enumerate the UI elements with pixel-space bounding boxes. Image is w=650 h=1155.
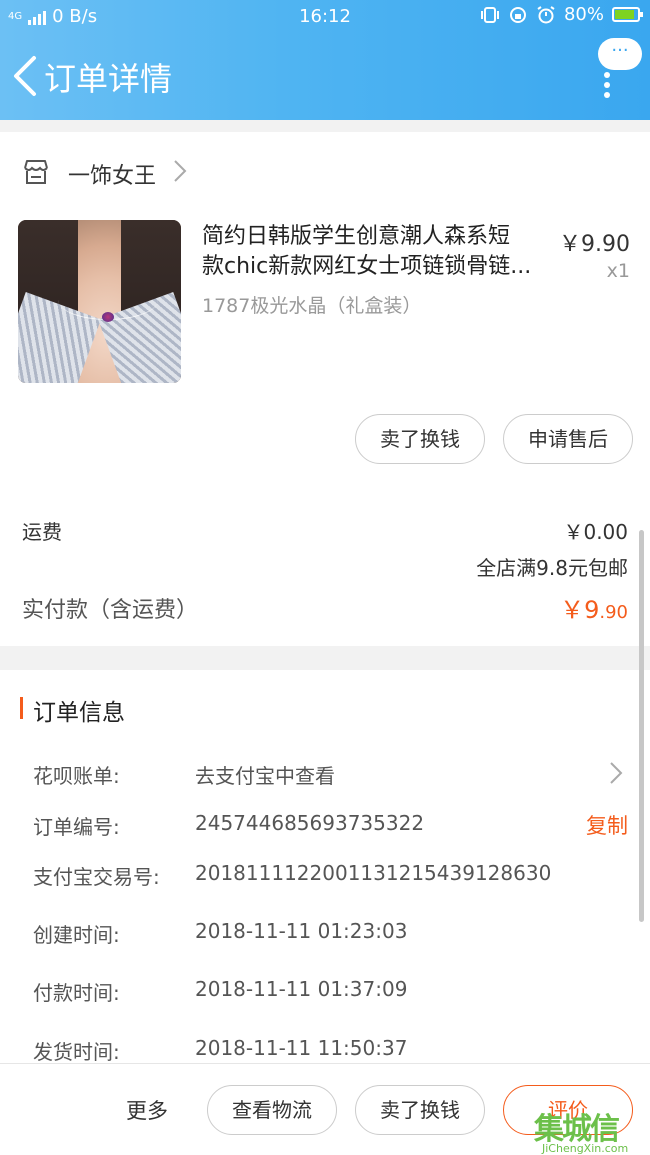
created-time-label: 创建时间: [33, 923, 120, 947]
alarm-icon [537, 5, 555, 23]
status-right: 80% [480, 4, 643, 25]
after-sales-button[interactable]: 申请售后 [503, 414, 633, 464]
more-menu-icon[interactable] [602, 72, 612, 98]
shipping-label: 运费 [22, 520, 62, 544]
product-title-line2: 款chic新款网红女士项链锁骨链... [202, 254, 532, 279]
huabei-bill-label: 花呗账单: [33, 764, 120, 788]
nav-bar: 订单详情 [0, 40, 650, 112]
shipping-note: 全店满9.8元包邮 [476, 556, 628, 580]
shipped-time-label: 发货时间: [33, 1040, 120, 1064]
header: 4G 0 B/s 16:12 80% 订单详情 ··· [0, 0, 650, 120]
shipped-time-value: 2018-11-11 11:50:37 [195, 1036, 408, 1060]
shop-name: 一饰女王 [68, 164, 157, 189]
watermark: 集城信 JiChengXin.com [534, 1100, 650, 1155]
paid-amount: ￥9.90 [560, 590, 628, 625]
battery-percent: 80% [563, 4, 604, 25]
watermark-url: JiChengXin.com [542, 1142, 629, 1155]
battery-level-fill [615, 10, 635, 19]
huabei-bill-link[interactable]: 去支付宝中查看 [195, 760, 335, 789]
more-button[interactable]: 更多 [126, 1095, 168, 1125]
order-info-title: 订单信息 [33, 700, 125, 726]
product-quantity: x1 [606, 260, 630, 282]
page-title: 订单详情 [44, 60, 173, 98]
order-number-label: 订单编号: [33, 815, 120, 839]
alipay-trade-value: 2018111122001131215439128630 [195, 861, 552, 885]
paid-amount-decimal: .90 [599, 602, 628, 623]
chevron-right-icon[interactable] [608, 760, 624, 786]
back-arrow-icon[interactable] [8, 52, 44, 100]
product-price: ￥9.90 [559, 232, 630, 257]
section-divider [0, 646, 650, 670]
more-bubble-icon[interactable]: ··· [598, 38, 642, 70]
rotation-lock-icon [509, 6, 526, 23]
vibrate-icon [480, 6, 499, 23]
view-logistics-button[interactable]: 查看物流 [207, 1085, 337, 1135]
shop-row[interactable]: 一饰女王 [0, 132, 650, 212]
product-title[interactable]: 简约日韩版学生创意潮人森系短 款chic新款网红女士项链锁骨链... [202, 222, 547, 282]
section-divider [0, 120, 650, 132]
status-bar: 4G 0 B/s 16:12 80% [0, 0, 650, 34]
paid-label: 实付款（含运费） [22, 598, 199, 623]
copy-button[interactable]: 复制 [586, 810, 628, 840]
product-image[interactable] [18, 220, 181, 383]
alipay-trade-label: 支付宝交易号: [33, 865, 160, 889]
battery-icon [612, 7, 643, 22]
section-accent-bar [20, 697, 23, 719]
created-time-value: 2018-11-11 01:23:03 [195, 919, 408, 943]
product-title-line1: 简约日韩版学生创意潮人森系短 [202, 224, 511, 249]
scrollbar[interactable] [639, 530, 644, 922]
product-sku: 1787极光水晶（礼盒装） [202, 295, 422, 317]
resell-button[interactable]: 卖了换钱 [355, 414, 485, 464]
chevron-right-icon [174, 160, 187, 182]
store-icon [24, 160, 48, 184]
product-image-pendant [102, 312, 114, 322]
paid-time-value: 2018-11-11 01:37:09 [195, 977, 408, 1001]
paid-time-label: 付款时间: [33, 981, 120, 1005]
resell-button-bottom[interactable]: 卖了换钱 [355, 1085, 485, 1135]
paid-amount-integer: ￥9 [560, 596, 600, 624]
shipping-value: ￥0.00 [563, 520, 628, 544]
order-number-value: 245744685693735322 [195, 811, 425, 835]
